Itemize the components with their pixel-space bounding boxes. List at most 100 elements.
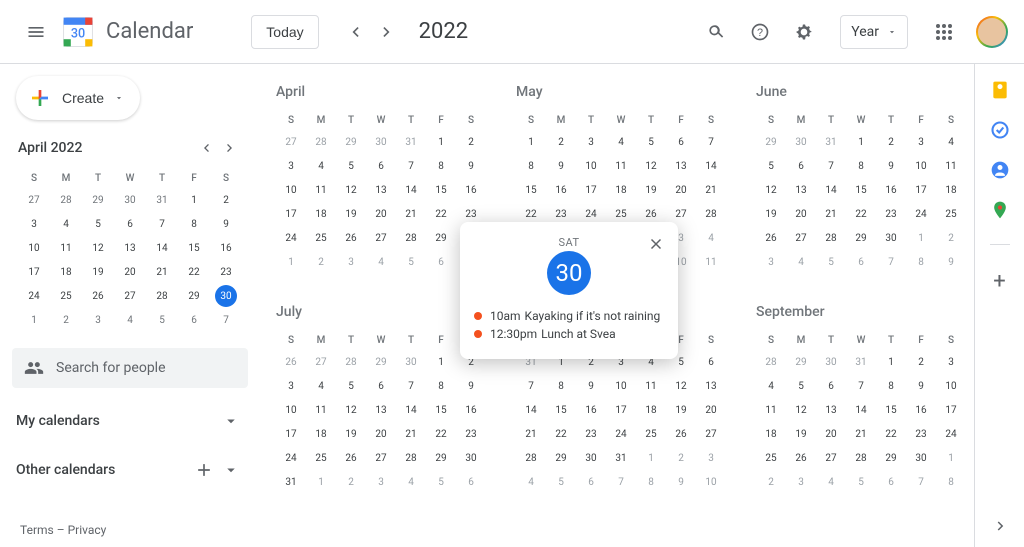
day-cell[interactable]: 15 bbox=[516, 178, 546, 202]
day-cell[interactable]: 28 bbox=[396, 446, 426, 470]
day-cell[interactable]: 3 bbox=[336, 250, 366, 274]
day-cell[interactable]: 12 bbox=[756, 178, 786, 202]
day-cell[interactable]: 5 bbox=[756, 154, 786, 178]
day-cell[interactable]: 18 bbox=[756, 422, 786, 446]
mini-day[interactable]: 16 bbox=[210, 236, 242, 260]
day-cell[interactable]: 29 bbox=[426, 226, 456, 250]
day-cell[interactable]: 13 bbox=[696, 374, 726, 398]
day-cell[interactable]: 20 bbox=[816, 422, 846, 446]
day-cell[interactable]: 1 bbox=[906, 226, 936, 250]
day-cell[interactable]: 7 bbox=[846, 374, 876, 398]
day-cell[interactable]: 17 bbox=[906, 178, 936, 202]
day-cell[interactable]: 4 bbox=[516, 470, 546, 494]
day-cell[interactable]: 16 bbox=[546, 178, 576, 202]
my-calendars-toggle[interactable]: My calendars bbox=[12, 406, 248, 436]
day-cell[interactable]: 28 bbox=[816, 226, 846, 250]
day-cell[interactable]: 26 bbox=[666, 422, 696, 446]
day-cell[interactable]: 31 bbox=[606, 446, 636, 470]
mini-day[interactable]: 6 bbox=[114, 212, 146, 236]
day-cell[interactable]: 30 bbox=[876, 226, 906, 250]
day-cell[interactable]: 26 bbox=[756, 226, 786, 250]
day-cell[interactable]: 3 bbox=[936, 350, 966, 374]
day-cell[interactable]: 28 bbox=[516, 446, 546, 470]
day-cell[interactable]: 6 bbox=[426, 250, 456, 274]
day-cell[interactable]: 28 bbox=[846, 446, 876, 470]
mini-day[interactable]: 31 bbox=[146, 188, 178, 212]
day-cell[interactable]: 6 bbox=[366, 154, 396, 178]
popup-event[interactable]: 10amKayaking if it's not raining bbox=[474, 307, 664, 325]
addons-button[interactable]: + bbox=[993, 269, 1005, 294]
day-cell[interactable]: 26 bbox=[336, 446, 366, 470]
day-cell[interactable]: 22 bbox=[846, 202, 876, 226]
day-cell[interactable]: 21 bbox=[396, 202, 426, 226]
day-cell[interactable]: 7 bbox=[876, 250, 906, 274]
day-cell[interactable]: 10 bbox=[906, 154, 936, 178]
mini-day[interactable]: 18 bbox=[50, 260, 82, 284]
day-cell[interactable]: 8 bbox=[516, 154, 546, 178]
prev-period-button[interactable] bbox=[339, 16, 371, 48]
day-cell[interactable]: 1 bbox=[426, 350, 456, 374]
day-cell[interactable]: 24 bbox=[276, 446, 306, 470]
day-cell[interactable]: 25 bbox=[936, 202, 966, 226]
day-cell[interactable]: 5 bbox=[396, 250, 426, 274]
mini-day[interactable]: 1 bbox=[18, 308, 50, 332]
day-cell[interactable]: 30 bbox=[366, 130, 396, 154]
google-apps-button[interactable] bbox=[924, 12, 964, 52]
day-cell[interactable]: 31 bbox=[276, 470, 306, 494]
day-cell[interactable]: 4 bbox=[756, 374, 786, 398]
day-cell[interactable]: 20 bbox=[666, 178, 696, 202]
day-cell[interactable]: 20 bbox=[366, 422, 396, 446]
mini-day[interactable]: 5 bbox=[146, 308, 178, 332]
main-menu-button[interactable] bbox=[16, 12, 56, 52]
day-cell[interactable]: 29 bbox=[876, 446, 906, 470]
day-cell[interactable]: 3 bbox=[756, 250, 786, 274]
other-calendars-toggle[interactable]: Other calendars bbox=[12, 454, 248, 486]
day-cell[interactable]: 6 bbox=[666, 130, 696, 154]
day-cell[interactable]: 1 bbox=[936, 446, 966, 470]
day-cell[interactable]: 2 bbox=[906, 350, 936, 374]
next-period-button[interactable] bbox=[371, 16, 403, 48]
maps-icon[interactable] bbox=[990, 200, 1010, 220]
day-cell[interactable]: 1 bbox=[426, 130, 456, 154]
day-cell[interactable]: 3 bbox=[906, 130, 936, 154]
day-cell[interactable]: 18 bbox=[306, 422, 336, 446]
day-cell[interactable]: 7 bbox=[606, 470, 636, 494]
day-cell[interactable]: 9 bbox=[666, 470, 696, 494]
day-cell[interactable]: 14 bbox=[396, 178, 426, 202]
day-cell[interactable]: 28 bbox=[696, 202, 726, 226]
day-cell[interactable]: 27 bbox=[696, 422, 726, 446]
day-cell[interactable]: 15 bbox=[426, 398, 456, 422]
mini-day[interactable]: 20 bbox=[114, 260, 146, 284]
day-cell[interactable]: 6 bbox=[816, 374, 846, 398]
mini-day[interactable]: 6 bbox=[178, 308, 210, 332]
mini-day[interactable]: 30 bbox=[114, 188, 146, 212]
day-cell[interactable]: 26 bbox=[786, 446, 816, 470]
day-cell[interactable]: 21 bbox=[396, 422, 426, 446]
day-cell[interactable]: 8 bbox=[876, 374, 906, 398]
mini-day[interactable]: 1 bbox=[178, 188, 210, 212]
day-cell[interactable]: 4 bbox=[366, 250, 396, 274]
mini-day[interactable]: 13 bbox=[114, 236, 146, 260]
day-cell[interactable]: 10 bbox=[276, 398, 306, 422]
day-cell[interactable]: 31 bbox=[396, 130, 426, 154]
day-cell[interactable]: 5 bbox=[816, 250, 846, 274]
day-cell[interactable]: 22 bbox=[876, 422, 906, 446]
day-cell[interactable]: 23 bbox=[876, 202, 906, 226]
day-cell[interactable]: 10 bbox=[606, 374, 636, 398]
day-cell[interactable]: 1 bbox=[846, 130, 876, 154]
day-cell[interactable]: 18 bbox=[606, 178, 636, 202]
day-cell[interactable]: 5 bbox=[636, 130, 666, 154]
day-cell[interactable]: 1 bbox=[876, 350, 906, 374]
mini-day[interactable]: 30 bbox=[210, 284, 242, 308]
day-cell[interactable]: 2 bbox=[336, 470, 366, 494]
mini-day[interactable]: 17 bbox=[18, 260, 50, 284]
day-cell[interactable]: 2 bbox=[876, 130, 906, 154]
day-cell[interactable]: 9 bbox=[576, 374, 606, 398]
create-button[interactable]: Create bbox=[16, 76, 140, 120]
day-cell[interactable]: 14 bbox=[816, 178, 846, 202]
settings-button[interactable] bbox=[784, 12, 824, 52]
mini-day[interactable]: 7 bbox=[146, 212, 178, 236]
day-cell[interactable]: 22 bbox=[426, 202, 456, 226]
mini-day[interactable]: 22 bbox=[178, 260, 210, 284]
mini-day[interactable]: 14 bbox=[146, 236, 178, 260]
